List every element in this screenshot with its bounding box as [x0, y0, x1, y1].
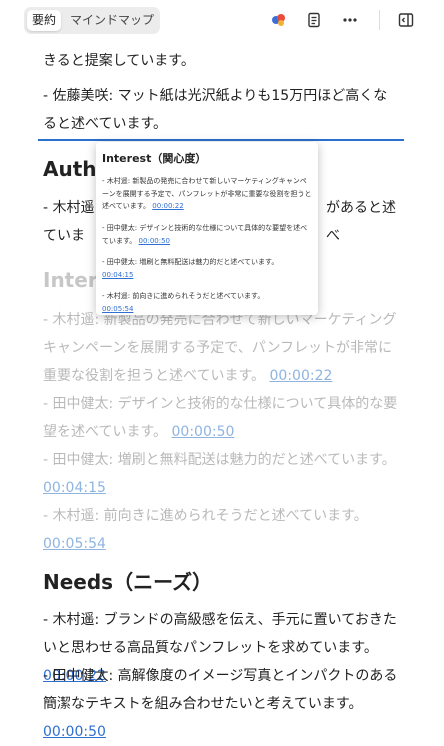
fragment-text: きると提案しています。: [43, 53, 195, 69]
more-icon[interactable]: [341, 11, 359, 29]
interest-item-1: - 木村遥: 新製品の発売に合わせて新しいマーケティングキャンペーンを展開する予…: [43, 312, 397, 384]
preview-item-3: - 田中健太: 増刷と無料配送は魅力的だと述べています。 00:04:15: [102, 258, 279, 279]
timestamp-link[interactable]: 00:00:50: [43, 724, 106, 740]
timestamp-link[interactable]: 00:00:22: [152, 202, 183, 210]
interest-item-3: - 田中健太: 増刷と無料配送は魅力的だと述べています。 00:04:15: [43, 452, 396, 496]
timestamp-link[interactable]: 00:04:15: [102, 271, 133, 279]
sato-statement: - 佐藤美咲: マット紙は光沢紙よりも15万円ほど高くなると述べています。: [43, 88, 388, 132]
timestamp-link[interactable]: 00:05:54: [43, 536, 106, 552]
preview-item-4: - 木村遥: 前向きに進められそうだと述べています。 00:05:54: [102, 292, 265, 313]
view-segmented-control: 要約 マインドマップ: [24, 7, 160, 34]
tab-mindmap[interactable]: マインドマップ: [67, 10, 157, 31]
preview-item-2: - 田中健太: デザインと技術的な仕様について具体的な要望を述べています。 00…: [102, 224, 308, 245]
timestamp-link[interactable]: 00:05:54: [102, 305, 133, 313]
authority-item-1-speaker: - 木村遥:: [43, 200, 100, 216]
needs-item-2: - 田中健太: 高解像度のイメージ写真とインパクトのある簡潔なテキストを組み合わ…: [43, 668, 398, 740]
tab-summary[interactable]: 要約: [27, 10, 61, 31]
needs-heading: Needs（ニーズ）: [43, 570, 213, 594]
section-drop-indicator: [38, 139, 404, 141]
top-bar: 要約 マインドマップ: [0, 0, 444, 40]
preview-item-1: - 木村遥: 新製品の発売に合わせて新しいマーケティングキャンペーンを展開する予…: [102, 177, 312, 210]
timestamp-link[interactable]: 00:00:50: [139, 237, 170, 245]
drag-preview-card[interactable]: Interest（関心度） - 木村遥: 新製品の発売に合わせて新しいマーケティ…: [96, 142, 318, 315]
app-logo-icon[interactable]: [270, 11, 288, 29]
timestamp-link[interactable]: 00:00:50: [172, 424, 235, 440]
collapse-panel-icon[interactable]: [397, 11, 415, 29]
preview-title: Interest（関心度）: [102, 152, 207, 165]
interest-item-2: - 田中健太: デザインと技術的な仕様について具体的な要望を述べています。 00…: [43, 396, 398, 440]
toolbar-divider: [379, 10, 380, 30]
timestamp-link[interactable]: 00:00:22: [270, 368, 333, 384]
timestamp-link[interactable]: 00:04:15: [43, 480, 106, 496]
interest-item-4: - 木村遥: 前向きに進められそうだと述べています。 00:05:54: [43, 508, 368, 552]
document-list-icon[interactable]: [305, 11, 323, 29]
